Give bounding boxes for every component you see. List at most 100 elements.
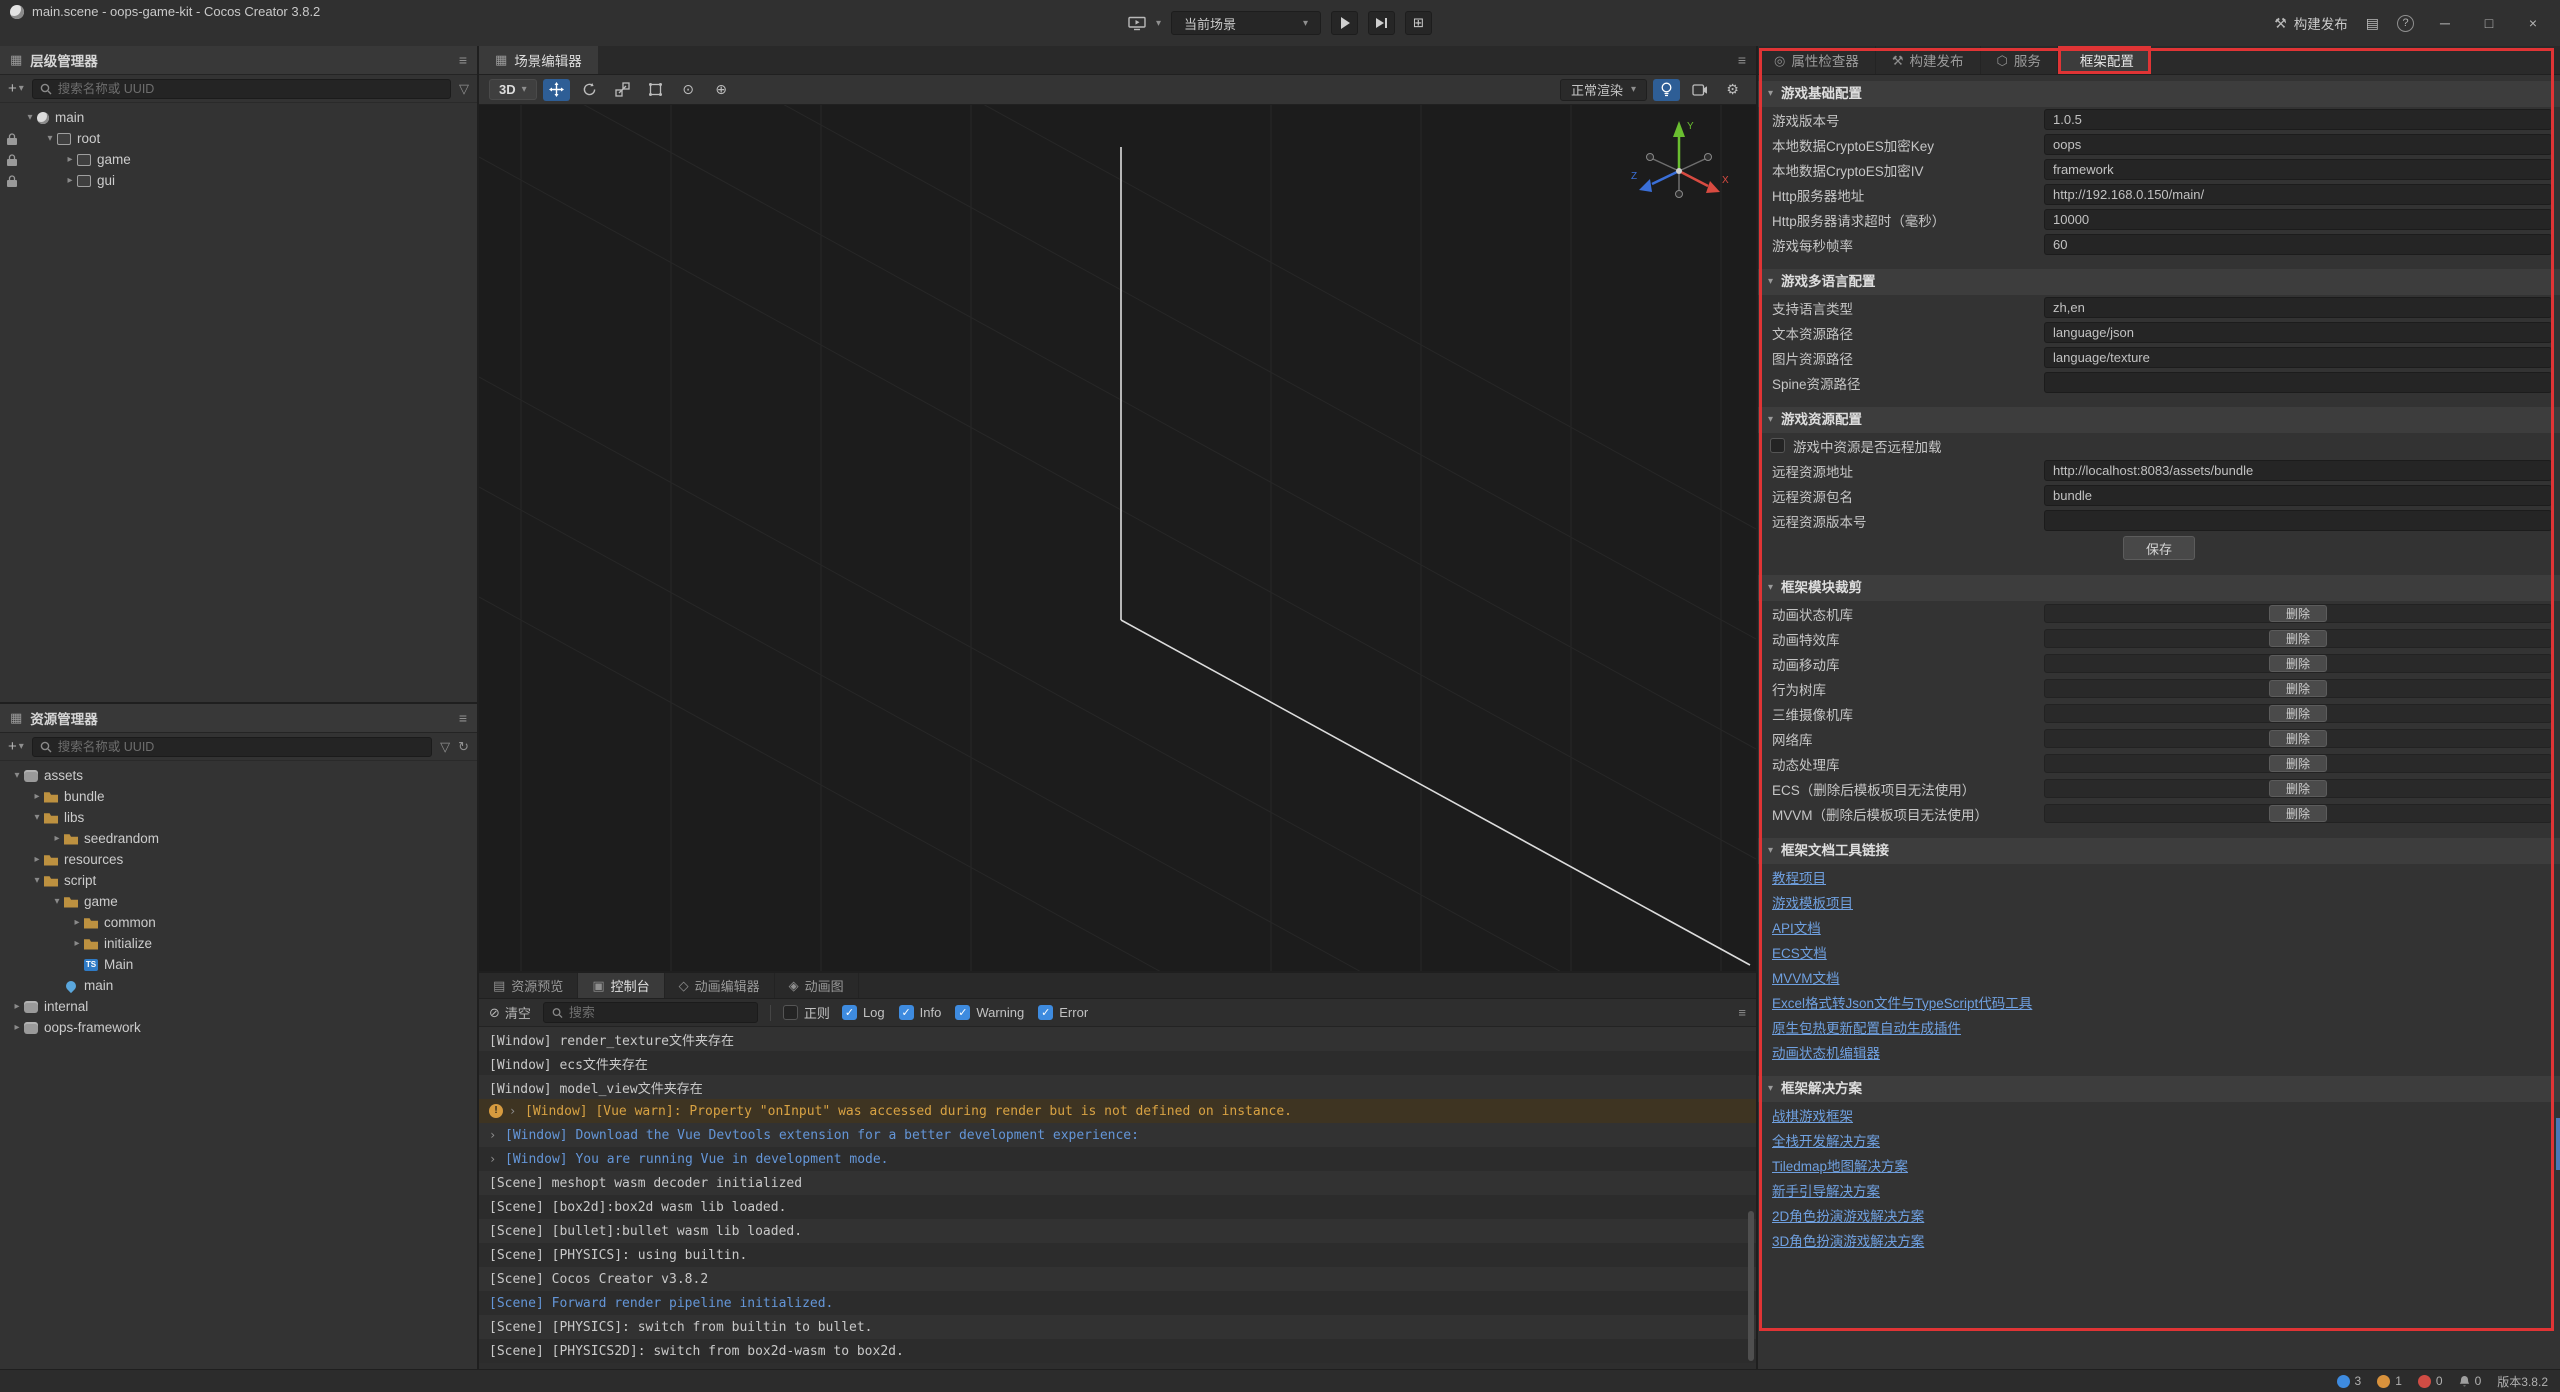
- assets-search-input[interactable]: [58, 740, 424, 754]
- inspector-tab[interactable]: 属性检查器: [1758, 46, 1876, 74]
- checkbox[interactable]: [899, 1005, 914, 1020]
- error-count-badge[interactable]: 0: [2418, 1374, 2443, 1388]
- tree-node[interactable]: ▸ game: [0, 149, 477, 170]
- expand-arrow-icon[interactable]: ▾: [50, 896, 64, 907]
- panel-menu-icon[interactable]: ≡: [1738, 52, 1756, 68]
- menu-item[interactable]: [54, 41, 74, 43]
- field-input[interactable]: [2044, 485, 2552, 506]
- tree-node[interactable]: ▸ bundle: [0, 786, 477, 807]
- expand-arrow-icon[interactable]: ▸: [50, 833, 64, 844]
- field-input[interactable]: [2044, 134, 2552, 155]
- tree-node[interactable]: ▾ script: [0, 870, 477, 891]
- field-input[interactable]: [2044, 322, 2552, 343]
- checkbox[interactable]: [842, 1005, 857, 1020]
- menu-item[interactable]: [164, 41, 184, 43]
- filter-icon[interactable]: ▽: [440, 739, 450, 755]
- snap-tool-button[interactable]: ⊕: [708, 79, 735, 101]
- tree-node[interactable]: ▾ main: [0, 107, 477, 128]
- expand-arrow-icon[interactable]: ▸: [10, 1001, 24, 1012]
- expand-arrow-icon[interactable]: ▸: [63, 154, 77, 165]
- inspector-scrollbar[interactable]: [2556, 1118, 2560, 1170]
- menu-item[interactable]: [76, 41, 96, 43]
- doc-link[interactable]: 动画状态机编辑器: [1772, 1042, 1880, 1062]
- expand-arrow-icon[interactable]: ▾: [30, 875, 44, 886]
- field-input[interactable]: [2044, 372, 2552, 393]
- expand-arrow-icon[interactable]: ▸: [63, 175, 77, 186]
- tree-node[interactable]: ▸ seedrandom: [0, 828, 477, 849]
- log-options-icon[interactable]: ≡: [1738, 1005, 1746, 1020]
- tree-node[interactable]: ▸ gui: [0, 170, 477, 191]
- log-row[interactable]: ! › [Window] [Vue warn]: Property "onInp…: [479, 1099, 1756, 1123]
- log-row[interactable]: ! › [Window] ecs文件夹存在: [479, 1051, 1756, 1075]
- panel-menu-icon[interactable]: ≡: [459, 710, 467, 726]
- log-row[interactable]: ! › [Scene] [bullet]:bullet wasm lib loa…: [479, 1219, 1756, 1243]
- field-input[interactable]: [2044, 347, 2552, 368]
- console-search-input[interactable]: [569, 1005, 749, 1020]
- section-modules[interactable]: ▾ 框架模块裁剪: [1758, 575, 2560, 601]
- doc-link[interactable]: MVVM文档: [1772, 967, 1840, 987]
- log-level-filter[interactable]: Info: [899, 1005, 942, 1020]
- log-row[interactable]: ! › [Scene] [PHYSICS2D]: switch from box…: [479, 1339, 1756, 1363]
- doc-link[interactable]: API文档: [1772, 917, 1821, 937]
- lock-icon[interactable]: [7, 175, 18, 187]
- tree-node[interactable]: ▾ libs: [0, 807, 477, 828]
- layout-button[interactable]: ⊞: [1405, 11, 1432, 35]
- expand-chevron-icon[interactable]: ›: [489, 1152, 503, 1166]
- step-button[interactable]: [1368, 11, 1395, 35]
- doc-link[interactable]: 教程项目: [1772, 867, 1826, 887]
- section-game-basic[interactable]: ▾ 游戏基础配置: [1758, 81, 2560, 107]
- regex-filter[interactable]: 正则: [783, 1003, 830, 1022]
- expand-arrow-icon[interactable]: ▸: [30, 854, 44, 865]
- console-tab[interactable]: 资源预览: [479, 973, 578, 998]
- filter-icon[interactable]: ▽: [459, 81, 469, 97]
- console-tab[interactable]: 动画图: [775, 973, 859, 998]
- log-row[interactable]: ! › [Window] Download the Vue Devtools e…: [479, 1123, 1756, 1147]
- notification-badge[interactable]: 0: [2459, 1374, 2482, 1388]
- inspector-tab[interactable]: 服务: [1981, 46, 2058, 74]
- section-doc-links[interactable]: ▾ 框架文档工具链接: [1758, 838, 2560, 864]
- scene-select[interactable]: 当前场景 ▾: [1171, 11, 1321, 35]
- doc-link[interactable]: Excel格式转Json文件与TypeScript代码工具: [1772, 992, 2032, 1012]
- mode-3d-button[interactable]: 3D▾: [489, 79, 537, 100]
- expand-arrow-icon[interactable]: ▾: [23, 112, 37, 123]
- tree-node[interactable]: ▸ common: [0, 912, 477, 933]
- delete-module-button[interactable]: 删除: [2269, 780, 2327, 797]
- field-input[interactable]: [2044, 209, 2552, 230]
- expand-arrow-icon[interactable]: ▸: [10, 1022, 24, 1033]
- move-tool-button[interactable]: [543, 79, 570, 101]
- expand-arrow-icon[interactable]: ▸: [70, 917, 84, 928]
- maximize-button[interactable]: □: [2476, 15, 2502, 31]
- log-row[interactable]: ! › [Scene] [PHYSICS]: using builtin.: [479, 1243, 1756, 1267]
- tree-node[interactable]: ▸ internal: [0, 996, 477, 1017]
- log-row[interactable]: ! › [Window] render_texture文件夹存在: [479, 1027, 1756, 1051]
- lock-icon[interactable]: [7, 133, 18, 145]
- expand-arrow-icon[interactable]: ▸: [70, 938, 84, 949]
- help-icon[interactable]: ?: [2397, 15, 2414, 32]
- field-input[interactable]: [2044, 109, 2552, 130]
- section-resources[interactable]: ▾ 游戏资源配置: [1758, 407, 2560, 433]
- solution-link[interactable]: 新手引导解决方案: [1772, 1180, 1880, 1200]
- expand-arrow-icon[interactable]: ▸: [30, 791, 44, 802]
- console-tab[interactable]: 动画编辑器: [665, 973, 775, 998]
- menu-item[interactable]: [120, 41, 140, 43]
- expand-arrow-icon[interactable]: ▾: [30, 812, 44, 823]
- lock-icon[interactable]: [7, 154, 18, 166]
- tree-node[interactable]: ▸ initialize: [0, 933, 477, 954]
- warning-count-badge[interactable]: 1: [2377, 1374, 2402, 1388]
- section-i18n[interactable]: ▾ 游戏多语言配置: [1758, 269, 2560, 295]
- log-row[interactable]: ! › [Scene] Cocos Creator v3.8.2: [479, 1267, 1756, 1291]
- menu-item[interactable]: [142, 41, 162, 43]
- render-mode-select[interactable]: 正常渲染 ▾: [1560, 79, 1647, 101]
- delete-module-button[interactable]: 删除: [2269, 755, 2327, 772]
- checkbox[interactable]: [1038, 1005, 1053, 1020]
- menu-item[interactable]: [98, 41, 118, 43]
- regex-checkbox[interactable]: [783, 1005, 798, 1020]
- tree-node[interactable]: Main: [0, 954, 477, 975]
- delete-module-button[interactable]: 删除: [2269, 605, 2327, 622]
- solution-link[interactable]: 3D角色扮演游戏解决方案: [1772, 1230, 1924, 1250]
- camera-button[interactable]: [1686, 79, 1713, 101]
- log-row[interactable]: ! › [Scene] [box2d]:box2d wasm lib loade…: [479, 1195, 1756, 1219]
- log-row[interactable]: ! › [Scene] [PHYSICS]: switch from built…: [479, 1315, 1756, 1339]
- axis-gizmo[interactable]: Y X Z: [1624, 113, 1734, 223]
- light-toggle-button[interactable]: [1653, 79, 1680, 101]
